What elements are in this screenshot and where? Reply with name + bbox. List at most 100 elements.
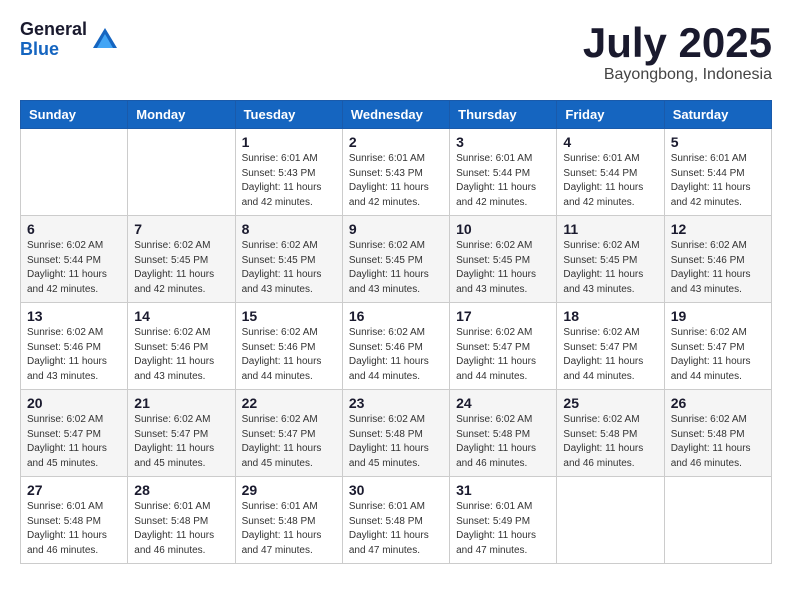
cell-info: Sunrise: 6:02 AM Sunset: 5:46 PM Dayligh…: [242, 326, 336, 384]
cell-info: Sunrise: 6:02 AM Sunset: 5:45 PM Dayligh…: [349, 239, 443, 297]
calendar-cell: 2Sunrise: 6:01 AM Sunset: 5:43 PM Daylig…: [342, 129, 449, 216]
cell-info: Sunrise: 6:02 AM Sunset: 5:46 PM Dayligh…: [27, 326, 121, 384]
location: Bayongbong, Indonesia: [583, 66, 772, 84]
cell-info: Sunrise: 6:02 AM Sunset: 5:45 PM Dayligh…: [563, 239, 657, 297]
day-number: 8: [242, 221, 336, 237]
header-thursday: Thursday: [450, 101, 557, 129]
calendar-week-row: 20 Sunrise: 6:02 AM Sunset: 5:47 PM Dayli…: [21, 390, 772, 477]
cell-info: Sunrise: 6:02 AM Sunset: 5:48 PM Dayligh…: [456, 413, 550, 471]
cell-info: Sunrise: 6:02 AM Sunset: 5:48 PM Dayligh…: [671, 413, 765, 471]
calendar-cell: 3 Sunrise: 6:01 AM Sunset: 5:44 PM Daylig…: [450, 129, 557, 216]
calendar-cell: 1 Sunrise: 6:01 AM Sunset: 5:43 PM Daylig…: [235, 129, 342, 216]
calendar-cell: 14Sunrise: 6:02 AM Sunset: 5:46 PM Dayli…: [128, 303, 235, 390]
day-number: 22: [242, 395, 336, 411]
calendar-cell: [128, 129, 235, 216]
header-saturday: Saturday: [664, 101, 771, 129]
day-number: 7: [134, 221, 228, 237]
day-number: 25: [563, 395, 657, 411]
header-tuesday: Tuesday: [235, 101, 342, 129]
logo-blue: Blue: [20, 40, 87, 60]
day-number: 26: [671, 395, 765, 411]
day-number: 30: [349, 482, 443, 498]
header-wednesday: Wednesday: [342, 101, 449, 129]
day-number: 27: [27, 482, 121, 498]
day-number: 23: [349, 395, 443, 411]
cell-info: Sunrise: 6:02 AM Sunset: 5:46 PM Dayligh…: [134, 326, 228, 384]
calendar-cell: 24 Sunrise: 6:02 AM Sunset: 5:48 PM Dayli…: [450, 390, 557, 477]
header-sunday: Sunday: [21, 101, 128, 129]
day-number: 24: [456, 395, 550, 411]
calendar-cell: 23 Sunrise: 6:02 AM Sunset: 5:48 PM Dayli…: [342, 390, 449, 477]
cell-info: Sunrise: 6:02 AM Sunset: 5:45 PM Dayligh…: [134, 239, 228, 297]
calendar-week-row: 13 Sunrise: 6:02 AM Sunset: 5:46 PM Dayli…: [21, 303, 772, 390]
calendar-cell: 21 Sunrise: 6:02 AM Sunset: 5:47 PM Dayli…: [128, 390, 235, 477]
month-title: July 2025: [583, 20, 772, 66]
day-number: 28: [134, 482, 228, 498]
header-friday: Friday: [557, 101, 664, 129]
calendar-cell: 18 Sunrise: 6:02 AM Sunset: 5:47 PM Dayli…: [557, 303, 664, 390]
day-number: 12: [671, 221, 765, 237]
title-block: July 2025 Bayongbong, Indonesia: [583, 20, 772, 84]
logo-general: General: [20, 20, 87, 40]
cell-info: Sunrise: 6:02 AM Sunset: 5:45 PM Dayligh…: [242, 239, 336, 297]
day-number: 11: [563, 221, 657, 237]
calendar-week-row: 6 Sunrise: 6:02 AM Sunset: 5:44 PM Daylig…: [21, 216, 772, 303]
day-number: 15: [242, 308, 336, 324]
cell-info: Sunrise: 6:02 AM Sunset: 5:47 PM Dayligh…: [456, 326, 550, 384]
day-number: 4: [563, 134, 657, 150]
cell-info: Sunrise: 6:01 AM Sunset: 5:43 PM Dayligh…: [242, 152, 336, 210]
calendar-cell: [557, 477, 664, 564]
day-number: 20: [27, 395, 121, 411]
calendar-cell: 11 Sunrise: 6:02 AM Sunset: 5:45 PM Dayli…: [557, 216, 664, 303]
cell-info: Sunrise: 6:02 AM Sunset: 5:44 PM Dayligh…: [27, 239, 121, 297]
day-number: 1: [242, 134, 336, 150]
calendar-cell: 4 Sunrise: 6:01 AM Sunset: 5:44 PM Daylig…: [557, 129, 664, 216]
calendar-cell: 20 Sunrise: 6:02 AM Sunset: 5:47 PM Dayli…: [21, 390, 128, 477]
calendar-cell: 30 Sunrise: 6:01 AM Sunset: 5:48 PM Dayli…: [342, 477, 449, 564]
day-number: 21: [134, 395, 228, 411]
calendar-cell: 8 Sunrise: 6:02 AM Sunset: 5:45 PM Daylig…: [235, 216, 342, 303]
logo-icon: [91, 26, 119, 54]
cell-info: Sunrise: 6:01 AM Sunset: 5:44 PM Dayligh…: [563, 152, 657, 210]
calendar-cell: 9Sunrise: 6:02 AM Sunset: 5:45 PM Daylig…: [342, 216, 449, 303]
cell-info: Sunrise: 6:01 AM Sunset: 5:48 PM Dayligh…: [349, 500, 443, 558]
calendar-cell: 7 Sunrise: 6:02 AM Sunset: 5:45 PM Daylig…: [128, 216, 235, 303]
day-number: 17: [456, 308, 550, 324]
cell-info: Sunrise: 6:02 AM Sunset: 5:48 PM Dayligh…: [349, 413, 443, 471]
calendar-cell: 13 Sunrise: 6:02 AM Sunset: 5:46 PM Dayli…: [21, 303, 128, 390]
cell-info: Sunrise: 6:02 AM Sunset: 5:47 PM Dayligh…: [242, 413, 336, 471]
calendar-week-row: 27 Sunrise: 6:01 AM Sunset: 5:48 PM Dayli…: [21, 477, 772, 564]
calendar-cell: 5Sunrise: 6:01 AM Sunset: 5:44 PM Daylig…: [664, 129, 771, 216]
day-number: 6: [27, 221, 121, 237]
calendar-table: SundayMondayTuesdayWednesdayThursdayFrid…: [20, 100, 772, 564]
cell-info: Sunrise: 6:02 AM Sunset: 5:47 PM Dayligh…: [563, 326, 657, 384]
cell-info: Sunrise: 6:02 AM Sunset: 5:46 PM Dayligh…: [349, 326, 443, 384]
day-number: 13: [27, 308, 121, 324]
calendar-cell: 27Sunrise: 6:01 AM Sunset: 5:48 PM Dayli…: [21, 477, 128, 564]
calendar-cell: 15 Sunrise: 6:02 AM Sunset: 5:46 PM Dayli…: [235, 303, 342, 390]
cell-info: Sunrise: 6:02 AM Sunset: 5:47 PM Dayligh…: [27, 413, 121, 471]
calendar-cell: 28 Sunrise: 6:01 AM Sunset: 5:48 PM Dayli…: [128, 477, 235, 564]
day-number: 2: [349, 134, 443, 150]
day-number: 5: [671, 134, 765, 150]
cell-info: Sunrise: 6:02 AM Sunset: 5:45 PM Dayligh…: [456, 239, 550, 297]
cell-info: Sunrise: 6:01 AM Sunset: 5:49 PM Dayligh…: [456, 500, 550, 558]
calendar-header-row: SundayMondayTuesdayWednesdayThursdayFrid…: [21, 101, 772, 129]
day-number: 3: [456, 134, 550, 150]
day-number: 18: [563, 308, 657, 324]
cell-info: Sunrise: 6:01 AM Sunset: 5:48 PM Dayligh…: [134, 500, 228, 558]
calendar-cell: 31 Sunrise: 6:01 AM Sunset: 5:49 PM Dayli…: [450, 477, 557, 564]
calendar-cell: 19Sunrise: 6:02 AM Sunset: 5:47 PM Dayli…: [664, 303, 771, 390]
day-number: 31: [456, 482, 550, 498]
calendar-cell: 25Sunrise: 6:02 AM Sunset: 5:48 PM Dayli…: [557, 390, 664, 477]
calendar-cell: 16 Sunrise: 6:02 AM Sunset: 5:46 PM Dayli…: [342, 303, 449, 390]
calendar-cell: 29Sunrise: 6:01 AM Sunset: 5:48 PM Dayli…: [235, 477, 342, 564]
cell-info: Sunrise: 6:02 AM Sunset: 5:47 PM Dayligh…: [134, 413, 228, 471]
calendar-cell: [21, 129, 128, 216]
day-number: 29: [242, 482, 336, 498]
calendar-week-row: 1 Sunrise: 6:01 AM Sunset: 5:43 PM Daylig…: [21, 129, 772, 216]
calendar-cell: 12Sunrise: 6:02 AM Sunset: 5:46 PM Dayli…: [664, 216, 771, 303]
cell-info: Sunrise: 6:01 AM Sunset: 5:44 PM Dayligh…: [456, 152, 550, 210]
day-number: 16: [349, 308, 443, 324]
calendar-cell: 26 Sunrise: 6:02 AM Sunset: 5:48 PM Dayli…: [664, 390, 771, 477]
